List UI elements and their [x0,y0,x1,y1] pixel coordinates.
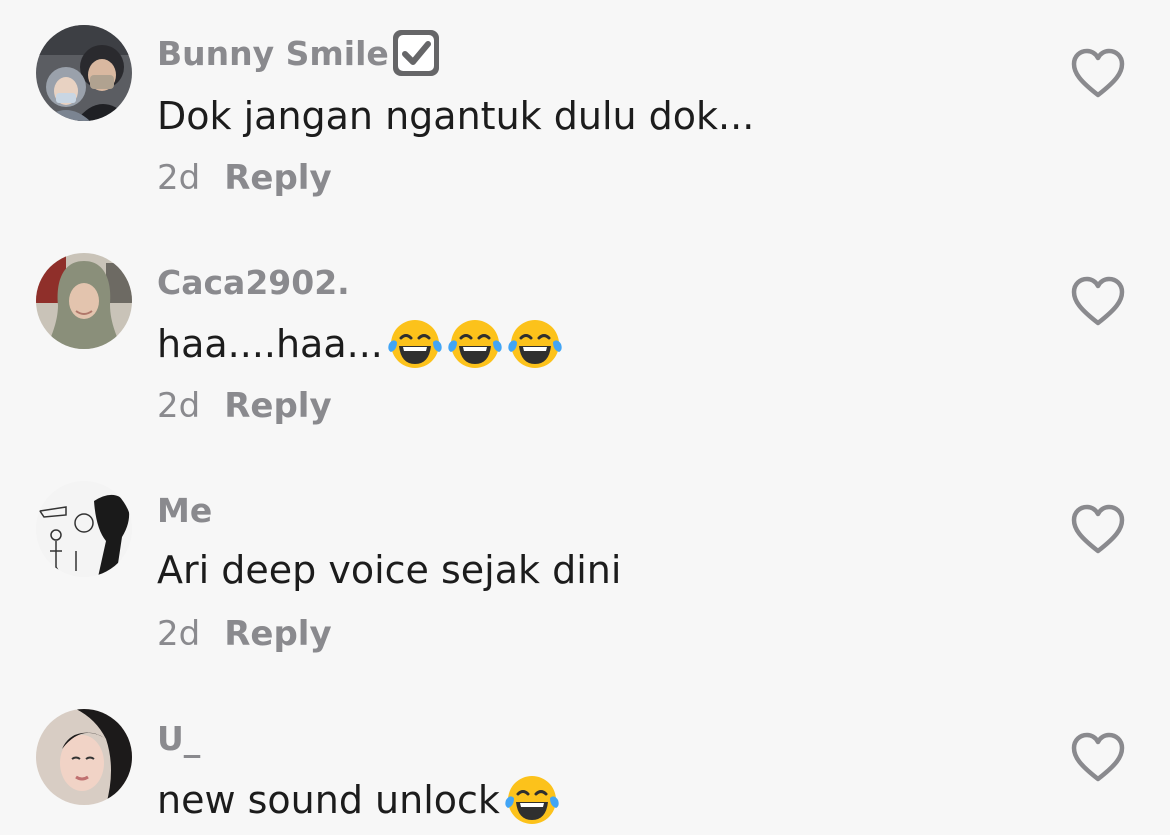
comment-item: Me Ari deep voice sejak dini 2d Reply [0,456,1170,676]
comment-time: 2d [157,158,201,198]
heart-outline-icon[interactable] [1070,732,1126,784]
avatar[interactable] [36,481,132,577]
comment-item: U_ new sound unlock [0,684,1170,835]
checkbox-check-icon [391,28,441,78]
reply-button[interactable]: Reply [224,386,331,426]
comment-text-content: haa....haa... [157,322,383,366]
comment-text-content: new sound unlock [157,778,500,822]
heart-outline-icon[interactable] [1070,276,1126,328]
username-text[interactable]: Bunny Smile [157,34,389,73]
comment-text-content: Dok jangan ngantuk dulu dok... [157,94,755,138]
comment-text-content: Ari deep voice sejak dini [157,548,622,592]
comment-time: 2d [157,386,201,426]
comment-meta: 2d Reply [157,614,332,654]
face-with-tears-of-joy-emoji [447,316,503,372]
comment-text: new sound unlock [157,772,560,828]
reply-button[interactable]: Reply [224,158,331,198]
face-with-tears-of-joy-emoji [504,772,560,828]
comment-username[interactable]: U_ [157,719,200,758]
avatar[interactable] [36,709,132,805]
avatar[interactable] [36,25,132,121]
face-with-tears-of-joy-emoji [387,316,443,372]
comment-username[interactable]: Caca2902. [157,263,350,302]
avatar[interactable] [36,253,132,349]
comment-username[interactable]: Me [157,491,212,530]
username-text[interactable]: U_ [157,719,200,758]
comment-text: Dok jangan ngantuk dulu dok... [157,88,754,144]
comment-meta: 2d Reply [157,158,332,198]
comment-text: haa....haa... [157,316,563,372]
face-with-tears-of-joy-emoji [507,316,563,372]
comment-meta: 2d Reply [157,386,332,426]
comment-text: Ari deep voice sejak dini [157,542,621,598]
comment-item: Caca2902. haa....haa... 2d Reply [0,228,1170,448]
comment-item: Bunny Smile Dok jangan ngantuk dulu dok.… [0,0,1170,220]
comment-time: 2d [157,614,201,654]
comment-username[interactable]: Bunny Smile [157,28,441,78]
heart-outline-icon[interactable] [1070,504,1126,556]
username-text[interactable]: Caca2902. [157,263,350,302]
reply-button[interactable]: Reply [224,614,331,654]
username-text[interactable]: Me [157,491,212,530]
heart-outline-icon[interactable] [1070,48,1126,100]
